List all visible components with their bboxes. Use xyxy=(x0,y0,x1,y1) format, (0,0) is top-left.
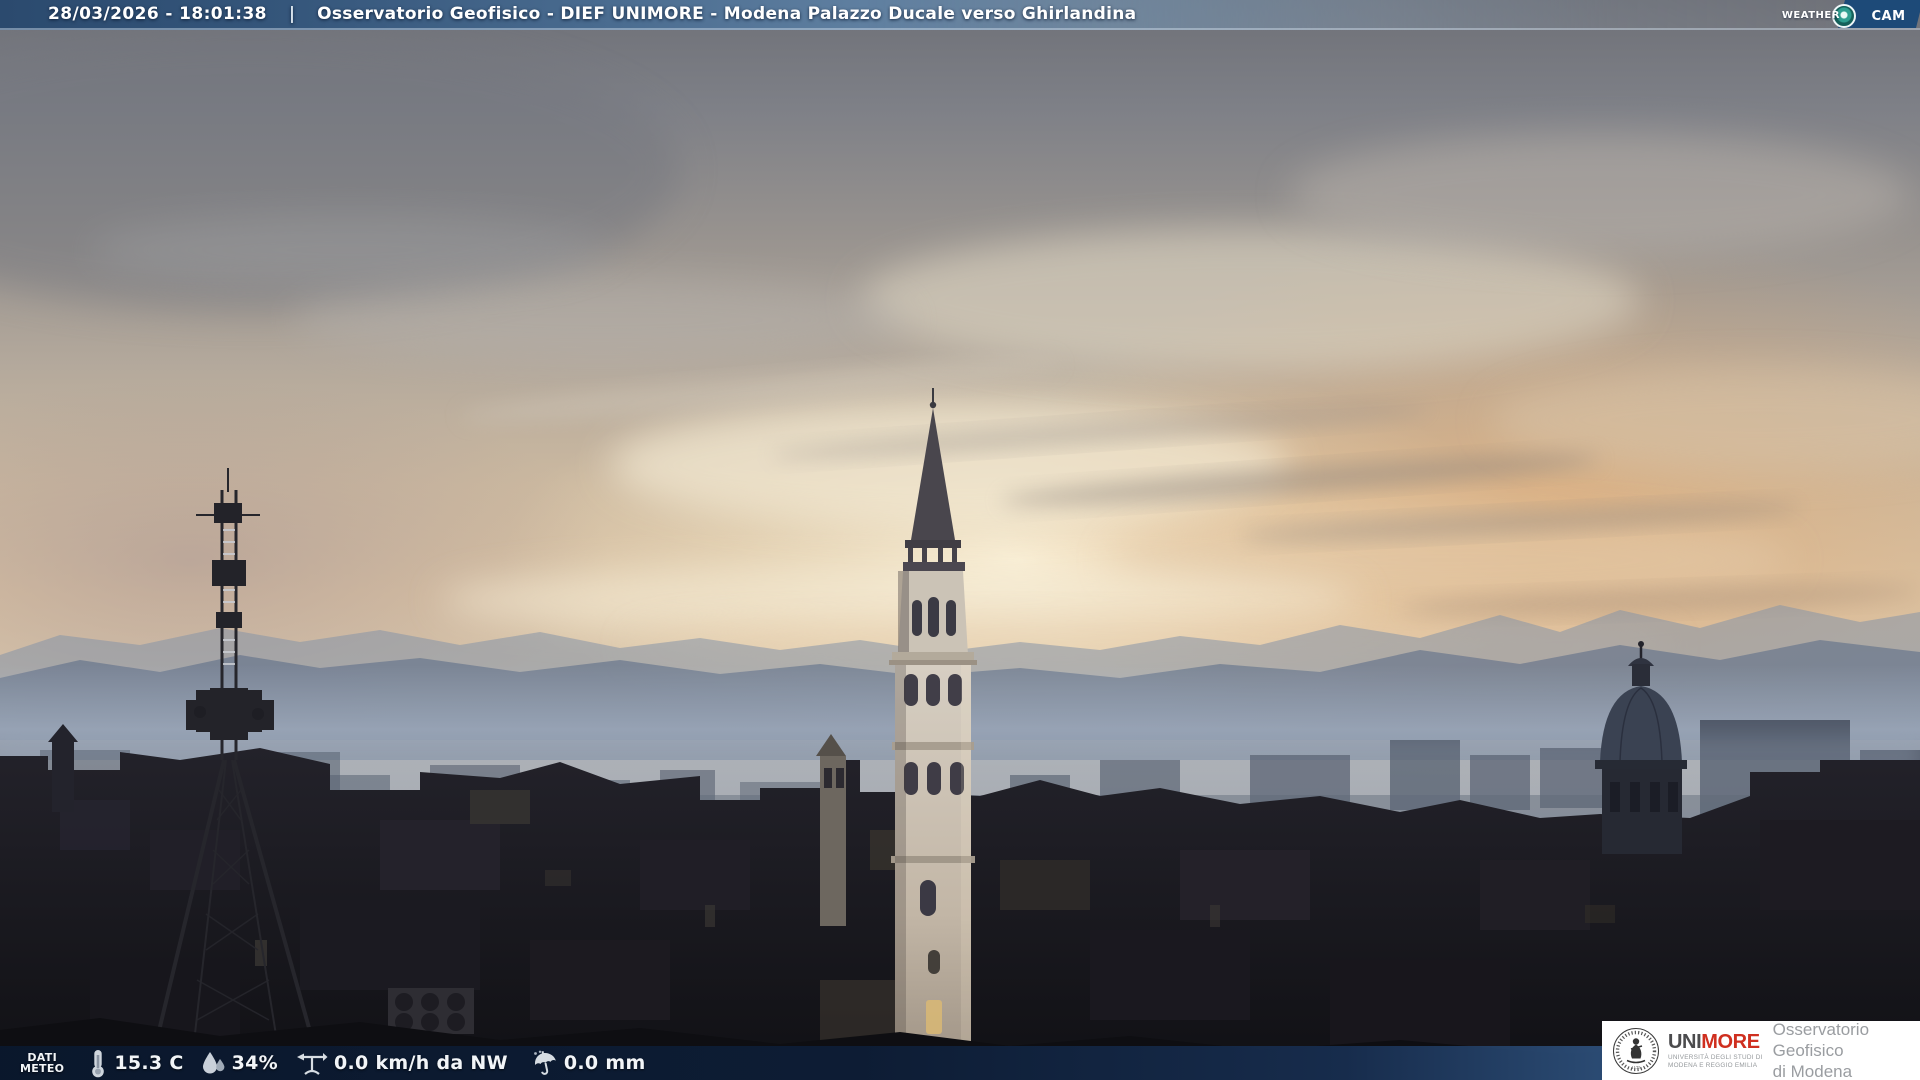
weathercam-banner: CAM xyxy=(1831,0,1920,28)
unimore-uni-text: UNI xyxy=(1668,1031,1702,1053)
webcam-viewer: 28/03/2026 - 18:01:38 | Osservatorio Geo… xyxy=(0,0,1920,1080)
dati-meteo-label: DATI METEO xyxy=(20,1050,65,1075)
university-subtitle: UNIVERSITÀ DEGLI STUDI DI MODENA E REGGI… xyxy=(1668,1054,1763,1069)
rain-reading: 0.0 mm xyxy=(532,1050,646,1076)
webcam-photo xyxy=(0,0,1920,1080)
humidity-drops-icon xyxy=(202,1051,224,1073)
temperature-value: 15.3 C xyxy=(114,1052,184,1074)
datetime-text: 28/03/2026 - 18:01:38 xyxy=(48,4,267,24)
unimore-more-text: MORE xyxy=(1701,1031,1760,1053)
camera-title: Osservatorio Geofisico - DIEF UNIMORE - … xyxy=(317,4,1137,24)
humidity-reading: 34% xyxy=(200,1051,278,1076)
humidity-value: 34% xyxy=(231,1052,278,1074)
thermometer-icon xyxy=(92,1049,105,1077)
separator: | xyxy=(288,4,296,24)
top-overlay-bar: 28/03/2026 - 18:01:38 | Osservatorio Geo… xyxy=(0,0,1920,30)
wind-reading: 0.0 km/h da NW xyxy=(296,1050,508,1077)
observatory-name: Osservatorio Geofisico di Modena xyxy=(1772,1020,1870,1080)
unimore-seal-icon: 1175 xyxy=(1613,1027,1659,1074)
wind-value: 0.0 km/h da NW xyxy=(333,1052,508,1074)
unimore-credit-box[interactable]: 1175 UNIMORE UNIVERSITÀ DEGLI STUDI DI M… xyxy=(1602,1020,1920,1080)
temperature-reading: 15.3 C xyxy=(88,1049,183,1078)
svg-text:1175: 1175 xyxy=(1631,1065,1641,1070)
weathercam-logo[interactable]: Weather CAM xyxy=(1781,0,1920,28)
wind-vane-icon xyxy=(296,1052,328,1075)
umbrella-icon xyxy=(533,1050,556,1075)
unimore-wordmark: UNIMORE UNIVERSITÀ DEGLI STUDI DI MODENA… xyxy=(1668,1032,1763,1069)
weathercam-cam-text: CAM xyxy=(1871,3,1906,25)
weathercam-weather-text: Weather xyxy=(1781,6,1840,22)
rain-value: 0.0 mm xyxy=(563,1052,646,1074)
